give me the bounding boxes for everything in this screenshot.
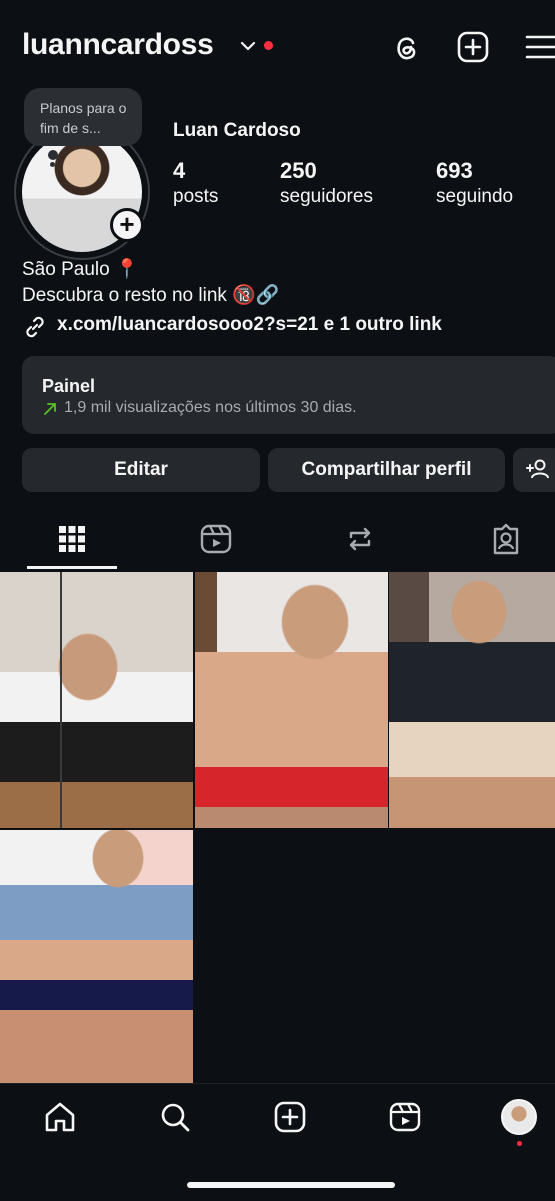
home-icon[interactable]	[43, 1100, 77, 1134]
posts-count[interactable]: 4	[173, 158, 185, 184]
grid-icon[interactable]	[55, 522, 89, 556]
link-icon	[22, 314, 48, 340]
share-profile-button[interactable]: Compartilhar perfil	[268, 448, 505, 492]
post-thumbnail[interactable]	[0, 830, 193, 1086]
reels-icon[interactable]	[199, 522, 233, 556]
trend-up-icon	[42, 401, 58, 417]
followers-count[interactable]: 250	[280, 158, 317, 184]
profile-full-name: Luan Cardoso	[173, 120, 301, 141]
discover-people-button[interactable]	[513, 448, 555, 492]
add-person-icon	[526, 459, 549, 479]
dashboard-title: Painel	[42, 376, 96, 396]
bio-text: Descubra o resto no link 🔞🔗	[22, 285, 280, 306]
activity-dot	[517, 1141, 522, 1146]
post-thumbnail[interactable]	[389, 572, 555, 828]
followers-label[interactable]: seguidores	[280, 186, 373, 208]
active-tab-indicator	[27, 566, 117, 569]
profile-note[interactable]: Planos para o fim de s...	[24, 88, 142, 146]
home-indicator	[187, 1182, 395, 1188]
profile-username[interactable]: luanncardoss	[22, 28, 214, 62]
profile-avatar[interactable]	[501, 1099, 537, 1135]
profile-link[interactable]: x.com/luancardosooo2?s=21 e 1 outro link	[57, 314, 442, 336]
notification-dot	[264, 41, 273, 50]
threads-icon[interactable]	[389, 30, 423, 64]
note-bubble-tail-small	[50, 162, 55, 167]
dashboard-panel[interactable]	[22, 356, 555, 434]
dashboard-subtitle: 1,9 mil visualizações nos últimos 30 dia…	[64, 399, 357, 416]
post-thumbnail[interactable]	[195, 572, 388, 828]
following-count[interactable]: 693	[436, 158, 473, 184]
add-story-button[interactable]: +	[110, 208, 144, 242]
edit-profile-button[interactable]: Editar	[22, 448, 260, 492]
reels-nav-icon[interactable]	[388, 1100, 422, 1134]
note-bubble-tail	[48, 150, 58, 160]
posts-label[interactable]: posts	[173, 186, 218, 208]
reposts-icon[interactable]	[343, 522, 377, 556]
search-icon[interactable]	[158, 1100, 192, 1134]
create-icon[interactable]	[273, 1100, 307, 1134]
following-label[interactable]: seguindo	[436, 186, 513, 208]
bio-location: São Paulo 📍	[22, 259, 139, 280]
post-thumbnail[interactable]	[0, 572, 193, 828]
menu-icon[interactable]	[524, 30, 555, 64]
add-post-icon[interactable]	[456, 30, 490, 64]
tagged-icon[interactable]	[489, 522, 523, 556]
chevron-down-icon[interactable]	[240, 38, 256, 54]
